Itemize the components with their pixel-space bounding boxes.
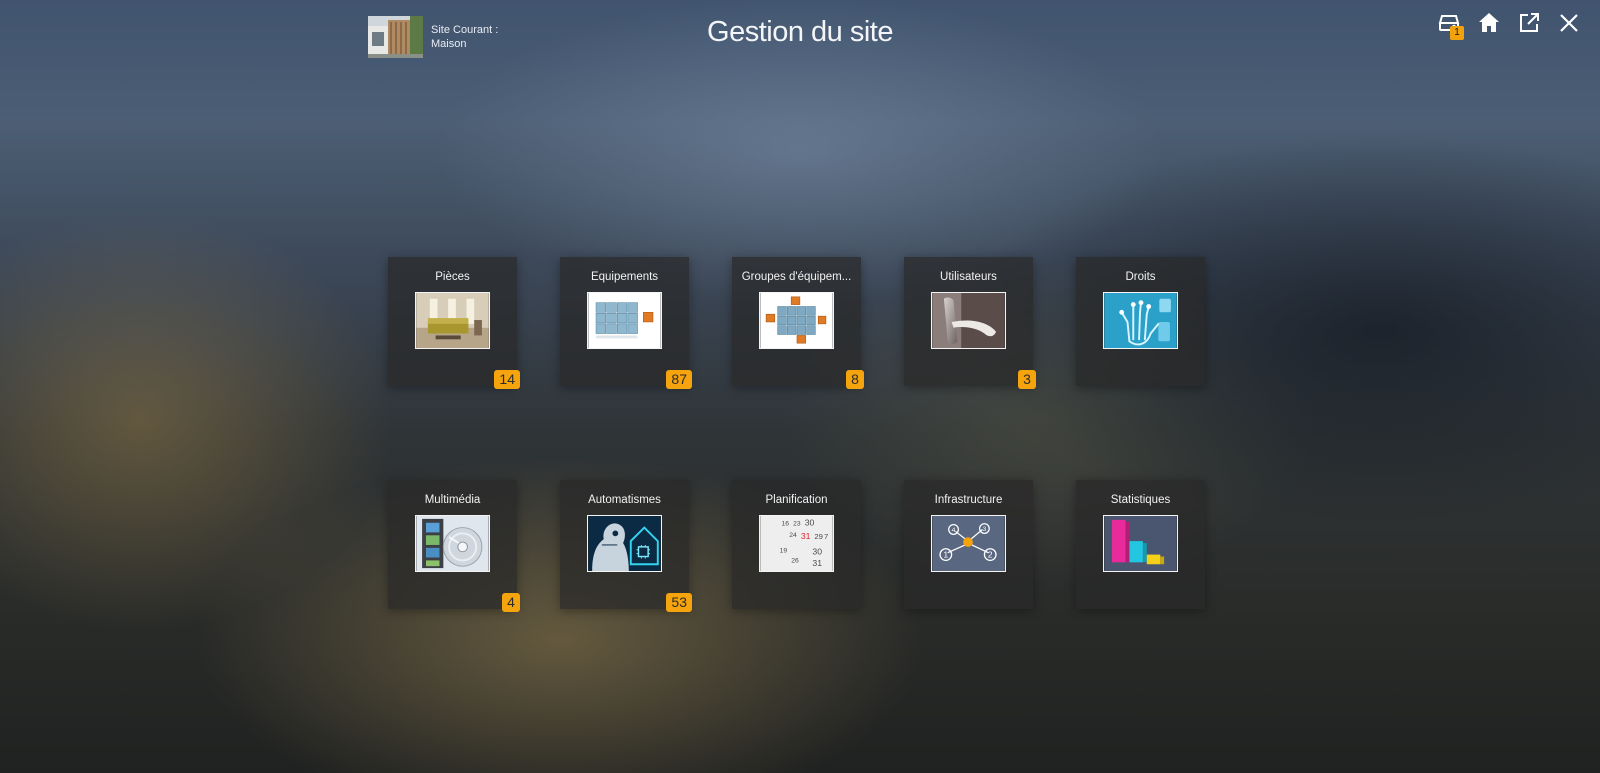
calendar-number: 31 [801, 531, 811, 541]
tile-pieces[interactable]: Pièces 14 [388, 257, 520, 389]
calendar-icon: 16 23 30 24 31 29 7 19 26 30 31 [759, 515, 834, 572]
header-bar: Site Courant : Maison Gestion du site 1 [0, 0, 1600, 72]
tile-statistiques[interactable]: Statistiques [1076, 480, 1205, 609]
hand-scan-icon [1103, 292, 1178, 349]
tile-planification[interactable]: Planification 16 23 30 24 31 29 7 19 26 … [732, 480, 861, 609]
tile-utilisateurs[interactable]: Utilisateurs 3 [904, 257, 1036, 389]
network-node-label: 4 [952, 527, 956, 534]
tile-label: Infrastructure [934, 494, 1003, 506]
tile-infrastructure[interactable]: Infrastructure 4 3 1 2 [904, 480, 1033, 609]
tile-label: Droits [1125, 271, 1156, 283]
external-link-icon [1520, 13, 1539, 32]
room-icon [415, 292, 490, 349]
top-actions: 1 [1434, 8, 1584, 40]
calendar-number: 19 [780, 548, 788, 555]
calendar-number: 29 [814, 532, 823, 541]
tile-count-badge: 53 [666, 593, 692, 612]
tile-count-badge: 4 [502, 593, 520, 612]
page-title: Gestion du site [707, 16, 893, 48]
tile-label: Groupes d'équipem... [741, 271, 852, 283]
calendar-number: 31 [812, 558, 822, 568]
tile-groupes-equipements[interactable]: Groupes d'équipem... 8 [732, 257, 864, 389]
calendar-number: 24 [789, 532, 797, 539]
tile-label: Equipements [590, 271, 659, 283]
tile-multimedia[interactable]: Multimédia 4 [388, 480, 520, 612]
tile-count-badge: 8 [846, 370, 864, 389]
tile-label: Utilisateurs [940, 271, 997, 283]
management-grid: Pièces 14 Equipements 87 Groupes d'équip… [388, 257, 1205, 612]
calendar-number: 16 [782, 521, 790, 528]
tile-droits[interactable]: Droits [1076, 257, 1205, 386]
tile-label: Statistiques [1110, 494, 1171, 506]
tile-label: Automatismes [588, 494, 661, 506]
tile-label: Planification [765, 494, 828, 506]
cube-group-icon [759, 292, 834, 349]
tile-equipements[interactable]: Equipements 87 [560, 257, 692, 389]
film-disc-icon [415, 515, 490, 572]
door-handle-icon [931, 292, 1006, 349]
external-link-button[interactable] [1514, 8, 1544, 38]
calendar-number: 30 [805, 518, 815, 528]
drive-badge: 1 [1450, 26, 1464, 40]
close-icon [1560, 14, 1578, 32]
calendar-number: 30 [812, 547, 822, 557]
home-icon [1479, 13, 1499, 32]
home-button[interactable] [1474, 8, 1504, 38]
calendar-number: 23 [793, 521, 801, 528]
calendar-number: 7 [824, 532, 828, 541]
network-node-label: 1 [943, 549, 948, 559]
tile-count-badge: 87 [666, 370, 692, 389]
tile-count-badge: 14 [494, 370, 520, 389]
close-button[interactable] [1554, 8, 1584, 38]
cubes-icon [587, 292, 662, 349]
drive-button[interactable]: 1 [1434, 8, 1464, 40]
tile-label: Pièces [435, 271, 470, 283]
tile-label: Multimédia [424, 494, 481, 506]
tile-count-badge: 3 [1018, 370, 1036, 389]
tile-automatismes[interactable]: Automatismes 53 [560, 480, 692, 612]
calendar-number: 26 [791, 557, 799, 564]
robot-house-icon [587, 515, 662, 572]
network-icon: 4 3 1 2 [931, 515, 1006, 572]
network-node-label: 3 [983, 526, 987, 533]
bar-chart-icon [1103, 515, 1178, 572]
network-node-label: 2 [988, 549, 993, 559]
